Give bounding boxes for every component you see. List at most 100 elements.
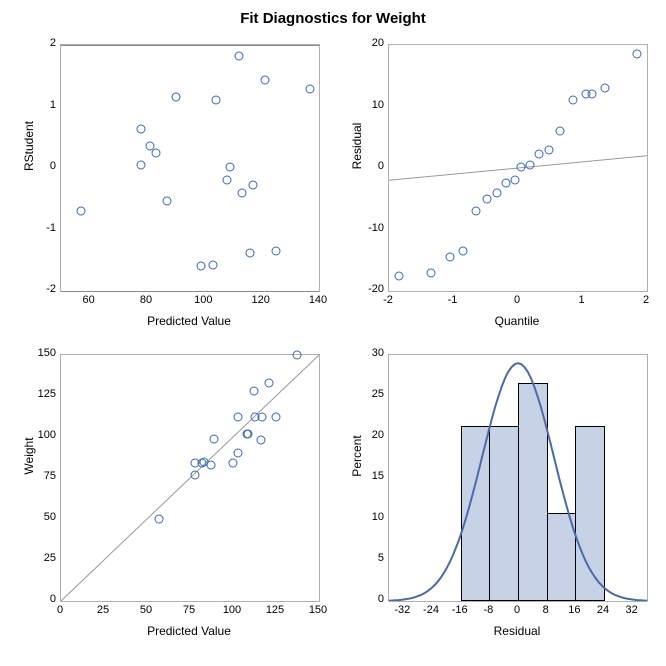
data-point bbox=[163, 196, 172, 205]
data-point bbox=[226, 162, 235, 171]
y-tick: 20 bbox=[358, 429, 384, 441]
data-point bbox=[210, 434, 219, 443]
x-tick: 100 bbox=[220, 604, 244, 616]
plot-residual-hist: Residual Percent -32-24-16-8081624320510… bbox=[338, 346, 656, 644]
x-tick: 100 bbox=[191, 294, 215, 306]
y-tick: 20 bbox=[358, 37, 384, 49]
data-point bbox=[260, 76, 269, 85]
data-point bbox=[544, 145, 553, 154]
data-point bbox=[472, 207, 481, 216]
data-point bbox=[555, 127, 564, 136]
data-point bbox=[459, 247, 468, 256]
plot-area bbox=[60, 354, 320, 602]
diagonal-refline bbox=[61, 355, 319, 601]
data-point bbox=[137, 160, 146, 169]
data-point bbox=[426, 268, 435, 277]
data-point bbox=[234, 413, 243, 422]
refline bbox=[61, 45, 319, 46]
x-tick: 0 bbox=[505, 294, 529, 306]
data-point bbox=[258, 413, 267, 422]
data-point bbox=[525, 160, 534, 169]
y-tick: 75 bbox=[30, 470, 56, 482]
diagnostics-panel: Fit Diagnostics for Weight Predicted Val… bbox=[0, 0, 666, 666]
data-point bbox=[246, 248, 255, 257]
data-point bbox=[244, 429, 253, 438]
x-tick: -8 bbox=[476, 604, 500, 616]
data-point bbox=[394, 271, 403, 280]
data-point bbox=[171, 92, 180, 101]
y-tick: 150 bbox=[30, 347, 56, 359]
y-tick: 2 bbox=[30, 37, 56, 49]
data-point bbox=[211, 96, 220, 105]
x-tick: 60 bbox=[77, 294, 101, 306]
data-point bbox=[208, 261, 217, 270]
hist-bar bbox=[547, 513, 577, 601]
hist-bar bbox=[489, 426, 519, 601]
xlabel: Predicted Value bbox=[60, 314, 318, 328]
plot-rstudent-vs-predicted: Predicted Value RStudent 6080100120140-2… bbox=[10, 36, 328, 334]
data-point bbox=[237, 188, 246, 197]
y-tick: -10 bbox=[358, 222, 384, 234]
data-point bbox=[229, 459, 238, 468]
x-tick: -1 bbox=[441, 294, 465, 306]
x-tick: 2 bbox=[634, 294, 658, 306]
y-tick: 0 bbox=[358, 593, 384, 605]
hist-bar bbox=[575, 426, 605, 601]
data-point bbox=[265, 378, 274, 387]
x-tick: -32 bbox=[390, 604, 414, 616]
x-tick: 125 bbox=[263, 604, 287, 616]
y-tick: -20 bbox=[358, 283, 384, 295]
x-tick: 24 bbox=[591, 604, 615, 616]
y-tick: 10 bbox=[358, 99, 384, 111]
y-tick: 30 bbox=[358, 347, 384, 359]
data-point bbox=[77, 207, 86, 216]
data-point bbox=[137, 125, 146, 134]
plot-area bbox=[60, 44, 320, 292]
data-point bbox=[601, 84, 610, 93]
data-point bbox=[223, 176, 232, 185]
y-tick: 0 bbox=[358, 160, 384, 172]
data-point bbox=[568, 96, 577, 105]
y-tick: -1 bbox=[30, 222, 56, 234]
data-point bbox=[588, 90, 597, 99]
data-point bbox=[272, 247, 281, 256]
x-tick: 80 bbox=[134, 294, 158, 306]
x-tick: 25 bbox=[91, 604, 115, 616]
data-point bbox=[191, 470, 200, 479]
x-tick: 1 bbox=[570, 294, 594, 306]
data-point bbox=[234, 449, 243, 458]
x-tick: -16 bbox=[448, 604, 472, 616]
y-tick: 10 bbox=[358, 511, 384, 523]
x-tick: 32 bbox=[620, 604, 644, 616]
y-tick: 0 bbox=[30, 593, 56, 605]
y-tick: 5 bbox=[358, 552, 384, 564]
data-point bbox=[272, 413, 281, 422]
data-point bbox=[151, 148, 160, 157]
data-point bbox=[534, 149, 543, 158]
x-tick: -24 bbox=[419, 604, 443, 616]
y-tick: 125 bbox=[30, 388, 56, 400]
y-tick: 25 bbox=[358, 388, 384, 400]
x-tick: 16 bbox=[562, 604, 586, 616]
x-tick: 0 bbox=[505, 604, 529, 616]
x-tick: 50 bbox=[134, 604, 158, 616]
data-point bbox=[249, 180, 258, 189]
x-tick: 75 bbox=[177, 604, 201, 616]
plot-area bbox=[388, 354, 648, 602]
x-tick: 140 bbox=[306, 294, 330, 306]
y-tick: 25 bbox=[30, 552, 56, 564]
data-point bbox=[234, 52, 243, 61]
data-point bbox=[155, 515, 164, 524]
plot-qq: Quantile Residual -2-1012-20-1001020 bbox=[338, 36, 656, 334]
y-tick: 15 bbox=[358, 470, 384, 482]
data-point bbox=[493, 188, 502, 197]
data-point bbox=[256, 436, 265, 445]
y-tick: 50 bbox=[30, 511, 56, 523]
ylabel: Residual bbox=[350, 56, 364, 236]
plot-observed-vs-predicted: Predicted Value Weight 02550751001251500… bbox=[10, 346, 328, 644]
data-point bbox=[483, 194, 492, 203]
xlabel: Quantile bbox=[388, 314, 646, 328]
x-tick: 0 bbox=[48, 604, 72, 616]
x-tick: 150 bbox=[306, 604, 330, 616]
y-tick: 0 bbox=[30, 160, 56, 172]
